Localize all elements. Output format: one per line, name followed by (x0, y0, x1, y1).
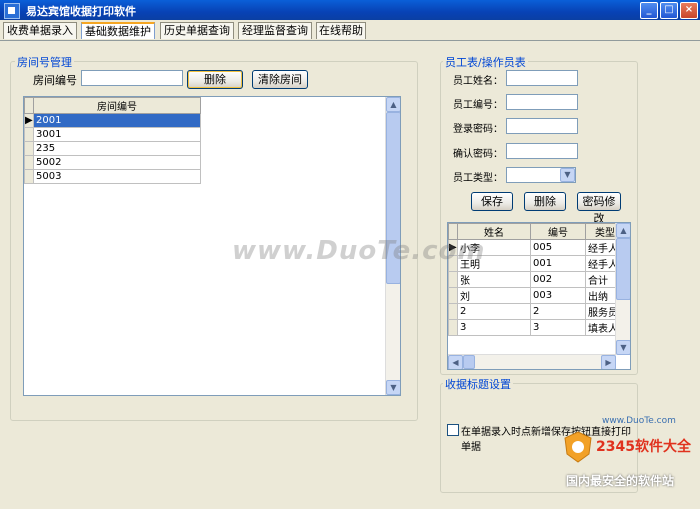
window-title: 易达宾馆收据打印软件 (26, 5, 136, 18)
staff-type-select[interactable]: ▼ (506, 167, 576, 183)
staff-group-title: 员工表/操作员表 (443, 54, 528, 70)
grid-corner (24, 97, 34, 114)
table-row[interactable]: 3 3 填表人 (448, 319, 625, 336)
staff-id-input[interactable] (506, 94, 578, 110)
staff-save-button[interactable]: 保存 (471, 192, 513, 211)
table-row[interactable]: 2 2 服务员 (448, 303, 625, 320)
clear-rooms-button[interactable]: 清除房间 (252, 70, 308, 89)
scroll-left-icon[interactable]: ◀ (448, 355, 463, 369)
table-row[interactable]: 刘 003 出纳 (448, 287, 625, 304)
staff-id-label: 员工编号： (453, 100, 503, 111)
room-column-header[interactable]: 房间编号 (33, 97, 201, 114)
chevron-down-icon[interactable]: ▼ (560, 168, 575, 182)
scroll-up-icon[interactable]: ▲ (386, 97, 400, 112)
staff-name-input[interactable] (506, 70, 578, 86)
table-row[interactable]: 3001 (24, 127, 201, 142)
brand-2345: 2345软件大全 (596, 439, 691, 455)
minimize-button[interactable]: _ (640, 2, 658, 19)
receipt-group-title: 收据标题设置 (443, 376, 513, 392)
scroll-down-icon[interactable]: ▼ (616, 340, 630, 355)
table-row[interactable]: 235 (24, 141, 201, 156)
column-id-header[interactable]: 编号 (530, 223, 586, 240)
staff-name-label: 员工姓名： (453, 76, 503, 87)
staff-grid-vscroll[interactable]: ▲ ▼ (615, 223, 630, 355)
confirm-password-input[interactable] (506, 143, 578, 159)
title-bar: 易达宾馆收据打印软件 _ □ × (0, 0, 700, 20)
tab-receipt-entry[interactable]: 收费单据录入 (3, 22, 77, 39)
room-no-label: 房间编号 (33, 74, 77, 87)
maximize-button[interactable]: □ (660, 2, 678, 19)
staff-type-label: 员工类型： (453, 173, 503, 184)
staff-delete-button[interactable]: 删除 (524, 192, 566, 211)
staff-group: 员工表/操作员表 员工姓名： 员工编号： 登录密码： 确认密码： 员工类型： ▼… (440, 54, 638, 375)
tab-online-help[interactable]: 在线帮助 (316, 22, 366, 39)
row-indicator-icon: ▶ (24, 113, 34, 128)
login-password-input[interactable] (506, 118, 578, 134)
tab-history-query[interactable]: 历史单据查询 (160, 22, 234, 39)
table-row[interactable]: 5003 (24, 169, 201, 184)
brand-slogan: 国内最安全的软件站 (566, 474, 675, 488)
auto-print-checkbox[interactable] (447, 424, 459, 436)
table-row[interactable]: ▶ 2001 (24, 113, 201, 128)
room-group-title: 房间号管理 (15, 54, 74, 70)
close-button[interactable]: × (680, 2, 698, 19)
app-icon (4, 3, 20, 19)
scroll-thumb[interactable] (616, 238, 630, 300)
confirm-password-label: 确认密码： (453, 149, 503, 160)
duote-watermark: www.DuoTe.com (232, 236, 486, 266)
shield-logo-icon (563, 430, 593, 464)
table-row[interactable]: 张 002 合计 (448, 271, 625, 288)
tab-panel: 房间号管理 房间编号 删除 清除房间 房间编号 ▶ 2001 3001 235 5… (0, 40, 700, 509)
change-password-button[interactable]: 密码修改 (577, 192, 621, 225)
tab-manager-query[interactable]: 经理监督查询 (238, 22, 312, 39)
room-no-input[interactable] (81, 70, 183, 86)
table-row[interactable]: 5002 (24, 155, 201, 170)
login-password-label: 登录密码： (453, 124, 503, 135)
scroll-right-icon[interactable]: ▶ (601, 355, 616, 369)
tab-base-data[interactable]: 基础数据维护 (81, 22, 155, 39)
room-delete-button[interactable]: 删除 (187, 70, 243, 89)
duote-url: www.DuoTe.com (602, 416, 676, 426)
scroll-thumb[interactable] (463, 355, 475, 369)
scroll-down-icon[interactable]: ▼ (386, 380, 400, 395)
staff-grid-hscroll[interactable]: ◀ ▶ (448, 354, 616, 369)
scroll-up-icon[interactable]: ▲ (616, 223, 630, 238)
